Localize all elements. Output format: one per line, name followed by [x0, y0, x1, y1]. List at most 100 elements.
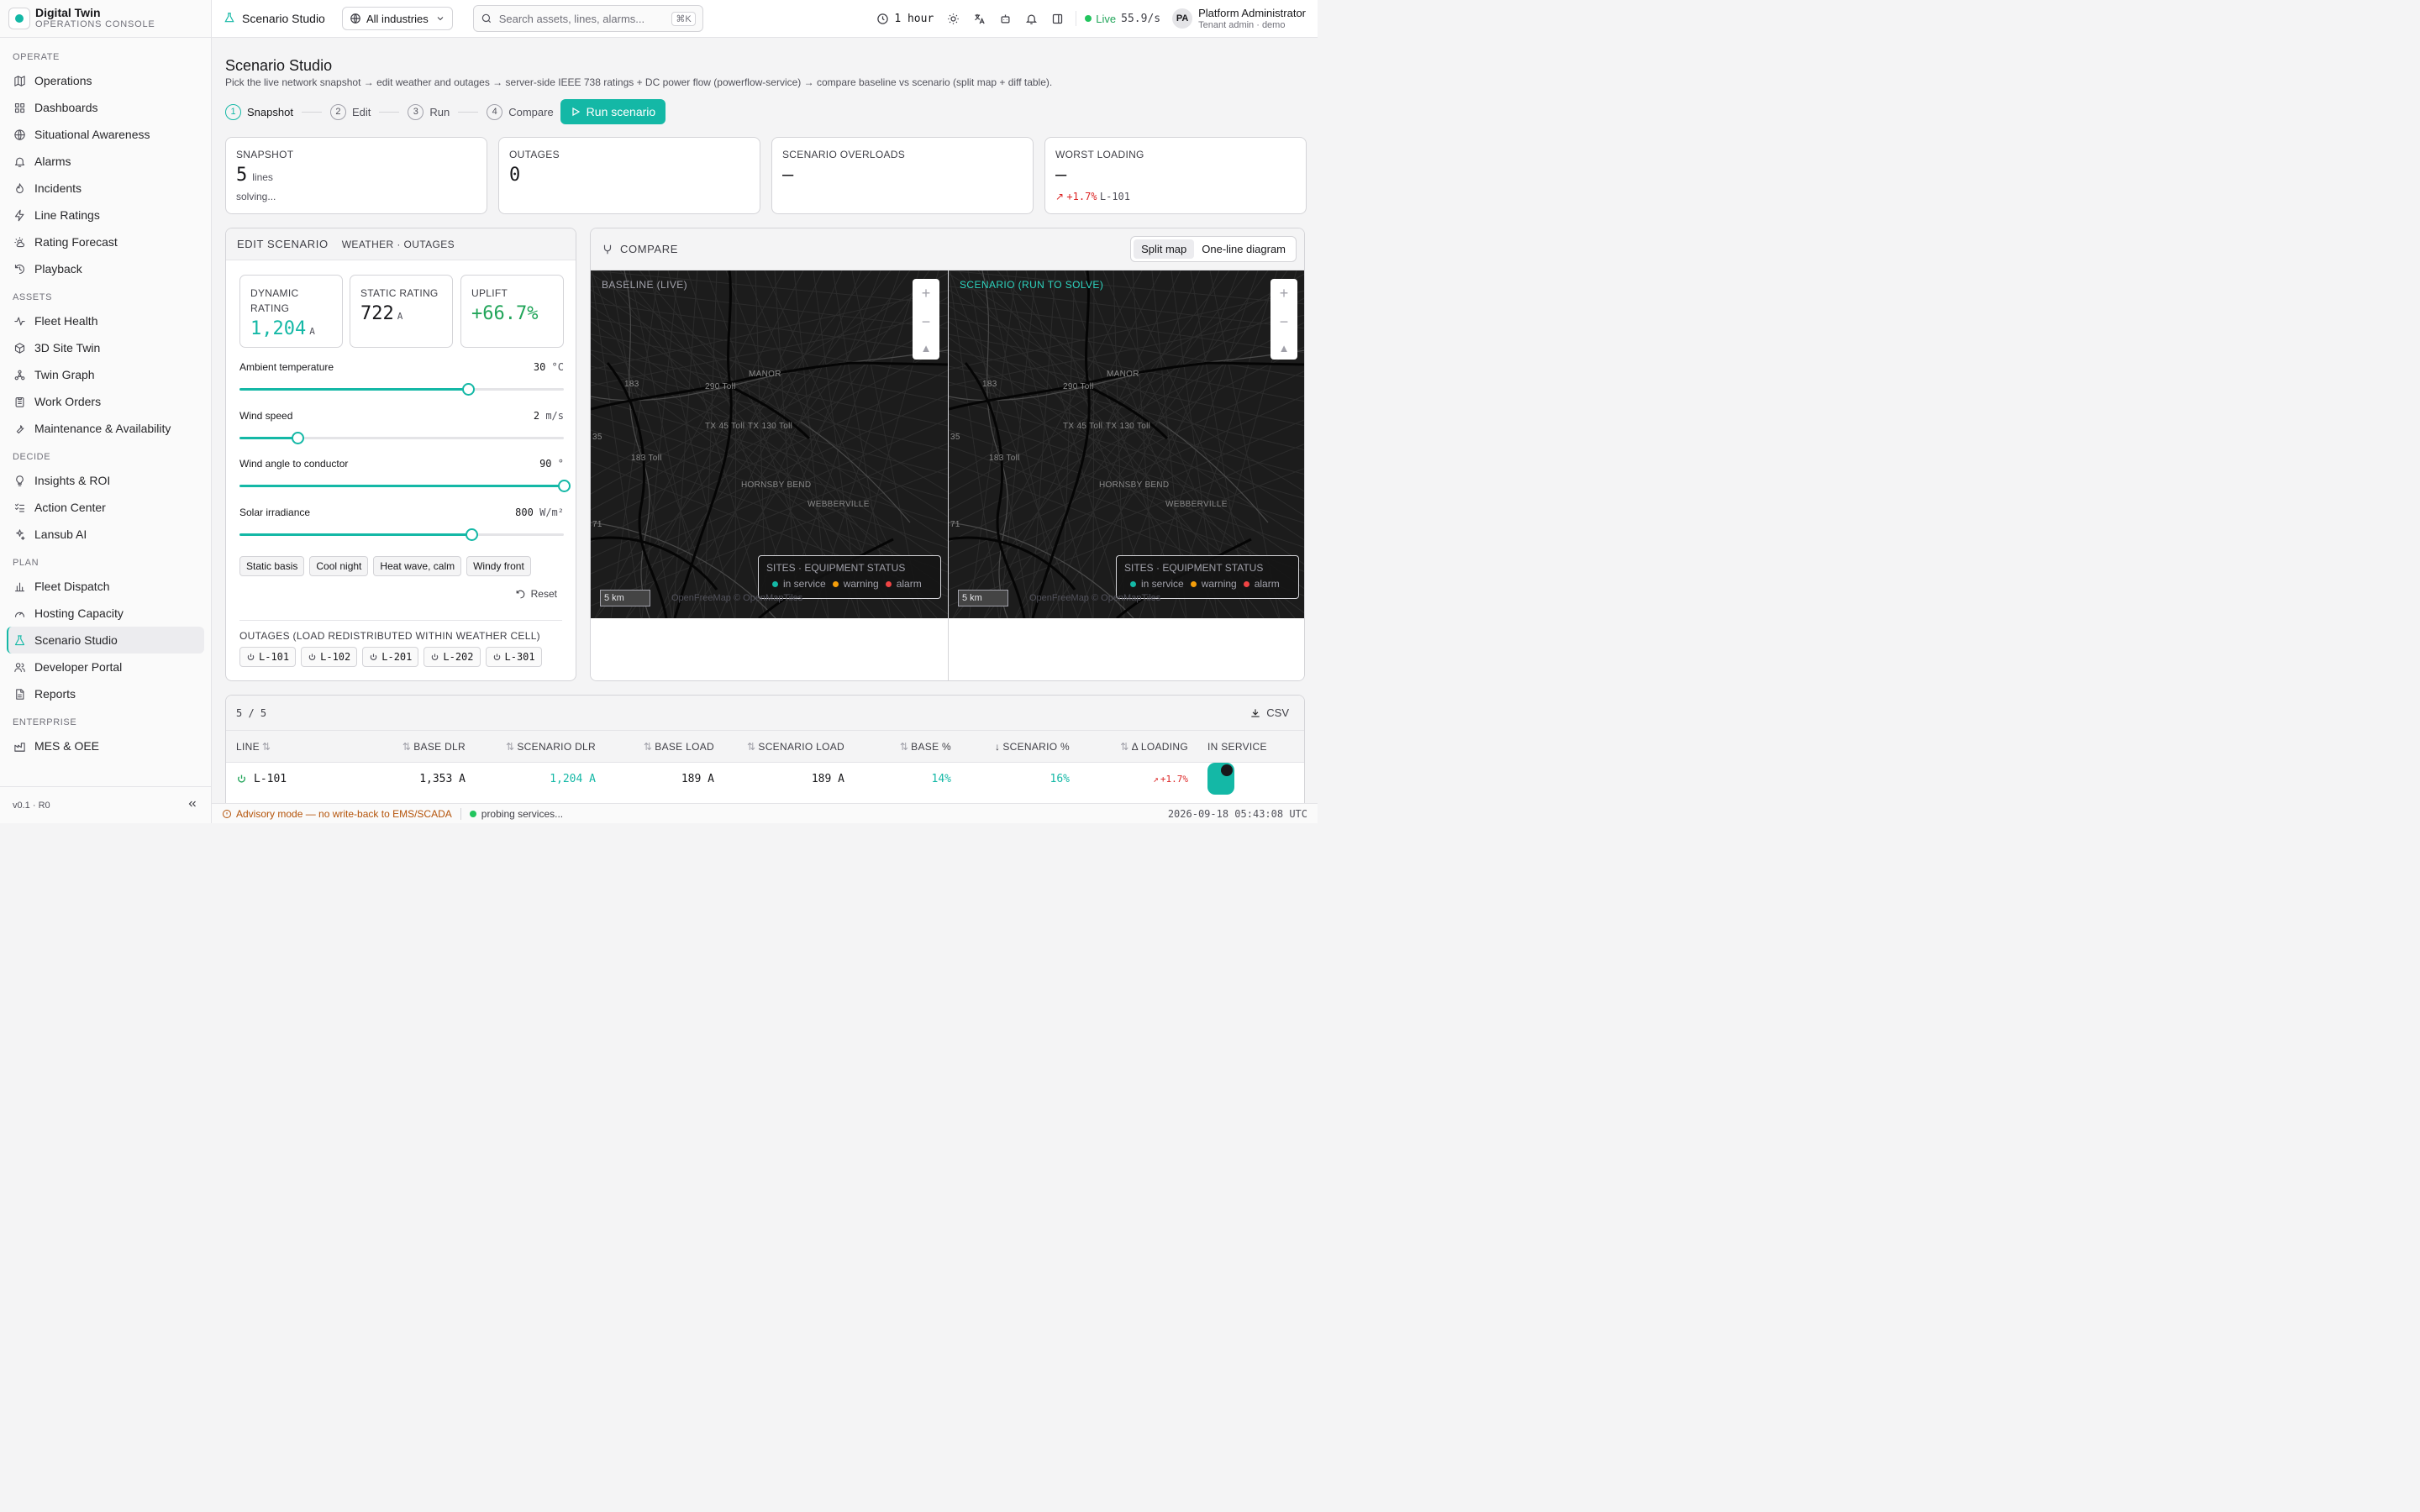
sort-icon: ⇅ — [899, 741, 909, 753]
compass-icon[interactable]: ▲ — [1279, 342, 1290, 354]
overloads-card: SCENARIO OVERLOADS — — [771, 137, 1034, 214]
sidebar-item-situational-awareness[interactable]: Situational Awareness — [7, 121, 204, 148]
flask-icon — [13, 634, 26, 647]
in-service-toggle[interactable] — [1207, 763, 1234, 795]
col-scenario-dlr[interactable]: ⇅ SCENARIO DLR — [478, 731, 596, 763]
sidebar-item-hosting-capacity[interactable]: Hosting Capacity — [7, 600, 204, 627]
baseline-map[interactable]: BASELINE (LIVE) MANOR 290 Toll 183 TX 45 To… — [591, 270, 948, 618]
outages-card: OUTAGES 0 — [498, 137, 760, 214]
slider-handle[interactable] — [292, 432, 305, 444]
outage-toggle[interactable]: L-102 — [301, 647, 358, 667]
col-scenario-load[interactable]: ⇅ SCENARIO LOAD — [722, 731, 844, 763]
col-line[interactable]: LINE ⇅ — [236, 731, 271, 763]
sort-icon: ⇅ — [402, 741, 412, 753]
search-input[interactable]: Search assets, lines, alarms... ⌘K — [472, 5, 703, 32]
split-map-tab[interactable]: Split map — [1134, 239, 1195, 259]
brand[interactable]: Digital Twin OPERATIONS CONSOLE — [0, 0, 211, 38]
step-compare[interactable]: 4 Compare — [487, 103, 554, 120]
col-base-pct[interactable]: ⇅ BASE % — [865, 731, 951, 763]
step-edit[interactable]: 2 Edit — [329, 103, 371, 120]
zoom-in-icon[interactable]: + — [1280, 285, 1289, 302]
run-scenario-button[interactable]: Run scenario — [560, 99, 666, 124]
time-range-select[interactable]: 1 hour — [870, 7, 941, 30]
user-menu[interactable]: PA Platform Administrator Tenant admin ·… — [1172, 7, 1306, 31]
col-base-dlr[interactable]: ⇅ BASE DLR — [352, 731, 466, 763]
slider-handle[interactable] — [462, 383, 476, 396]
sidebar-item-playback[interactable]: Playback — [7, 255, 204, 282]
slider-handle[interactable] — [558, 480, 571, 492]
map-place-label: 71 — [950, 520, 960, 529]
translate-icon[interactable] — [966, 13, 992, 25]
sidebar-item-maintenance-availability[interactable]: Maintenance & Availability — [7, 415, 204, 442]
sidebar-item-lansub-ai[interactable]: Lansub AI — [7, 521, 204, 548]
sidebar-item-work-orders[interactable]: Work Orders — [7, 388, 204, 415]
sidebar-item-scenario-studio[interactable]: Scenario Studio — [7, 627, 204, 654]
reset-button[interactable]: Reset — [515, 588, 557, 600]
sidebar-item-dashboards[interactable]: Dashboards — [7, 94, 204, 121]
slider-handle[interactable] — [465, 528, 478, 541]
zoom-out-icon[interactable]: − — [922, 313, 931, 331]
col-delta-loading[interactable]: ⇅ Δ LOADING — [1092, 731, 1188, 763]
sort-icon: ⇅ — [506, 741, 515, 753]
slider-track[interactable] — [239, 480, 571, 492]
slider-track[interactable] — [239, 432, 564, 444]
sun-icon[interactable] — [940, 13, 966, 25]
map-place-label: TX 45 Toll — [1063, 422, 1103, 431]
csv-export-button[interactable]: CSV — [1249, 706, 1289, 719]
sidebar-item-incidents[interactable]: Incidents — [7, 175, 204, 202]
slider-track[interactable] — [239, 383, 564, 396]
sidebar-item-rating-forecast[interactable]: Rating Forecast — [7, 228, 204, 255]
sidebar-item-line-ratings[interactable]: Line Ratings — [7, 202, 204, 228]
step-run[interactable]: 3 Run — [408, 103, 450, 120]
slider-number: 800 — [515, 507, 534, 518]
edit-panel-tabs[interactable]: WEATHER · OUTAGES — [342, 239, 455, 250]
sidebar-item-operations[interactable]: Operations — [7, 67, 204, 94]
sidebar-item-twin-graph[interactable]: Twin Graph — [7, 361, 204, 388]
outage-toggle[interactable]: L-301 — [485, 647, 542, 667]
scenario-map[interactable]: SCENARIO (RUN TO SOLVE) MANOR 290 Toll 183… — [949, 270, 1304, 618]
sidebar-item-insights-roi[interactable]: Insights & ROI — [7, 467, 204, 494]
preset-button[interactable]: Windy front — [466, 556, 531, 576]
panel-icon[interactable] — [1044, 13, 1071, 25]
zoom-out-icon[interactable]: − — [1280, 313, 1289, 331]
zoom-in-icon[interactable]: + — [922, 285, 931, 302]
compass-icon[interactable]: ▲ — [921, 342, 932, 354]
map-place-label: 183 Toll — [631, 454, 662, 463]
sidebar-item-fleet-health[interactable]: Fleet Health — [7, 307, 204, 334]
preset-button[interactable]: Heat wave, calm — [373, 556, 462, 576]
map-place-label: HORNSBY BEND — [741, 480, 812, 490]
one-line-diagram-tab[interactable]: One-line diagram — [1194, 239, 1293, 259]
step-snapshot[interactable]: 1 Snapshot — [225, 103, 293, 120]
sidebar-item-3d-site-twin[interactable]: 3D Site Twin — [7, 334, 204, 361]
arrow-down-icon: ↓ — [995, 741, 1001, 753]
reset-label: Reset — [530, 588, 557, 600]
sidebar-item-label: Situational Awareness — [34, 128, 150, 141]
outage-toggle[interactable]: L-201 — [362, 647, 419, 667]
map-scale: 5 km — [958, 590, 1008, 606]
sidebar-item-action-center[interactable]: Action Center — [7, 494, 204, 521]
wrench-icon — [13, 423, 26, 435]
sidebar-item-reports[interactable]: Reports — [7, 680, 204, 707]
bot-icon[interactable] — [992, 13, 1018, 25]
outage-toggle[interactable]: L-101 — [239, 647, 297, 667]
legend-dot-icon — [1243, 580, 1249, 587]
industry-select[interactable]: All industries — [342, 7, 453, 30]
sidebar-item-mes-oee[interactable]: MES & OEE — [7, 732, 204, 759]
sidebar-item-developer-portal[interactable]: Developer Portal — [7, 654, 204, 680]
slider-track[interactable] — [239, 528, 564, 541]
col-scenario-pct[interactable]: ↓ SCENARIO % — [965, 731, 1070, 763]
outage-toggle[interactable]: L-202 — [424, 647, 481, 667]
preset-button[interactable]: Static basis — [239, 556, 305, 576]
map-attribution[interactable]: OpenFreeMap © OpenMapTiles — [671, 593, 802, 603]
sidebar-item-fleet-dispatch[interactable]: Fleet Dispatch — [7, 573, 204, 600]
col-base-load[interactable]: ⇅ BASE LOAD — [604, 731, 714, 763]
sidebar-item-alarms[interactable]: Alarms — [7, 148, 204, 175]
compare-header: COMPARE Split map One-line diagram — [591, 228, 1304, 270]
map-place-label: 290 Toll — [1063, 382, 1094, 391]
chevrons-left-icon[interactable] — [187, 798, 198, 812]
bell-icon[interactable] — [1018, 13, 1044, 25]
table-row[interactable]: L-101 1,353 A 1,204 A 189 A 189 A 14% 16… — [226, 763, 1304, 795]
preset-button[interactable]: Cool night — [309, 556, 369, 576]
legend-dot-icon — [1130, 580, 1136, 587]
map-attribution[interactable]: OpenFreeMap © OpenMapTiles — [1029, 593, 1160, 603]
